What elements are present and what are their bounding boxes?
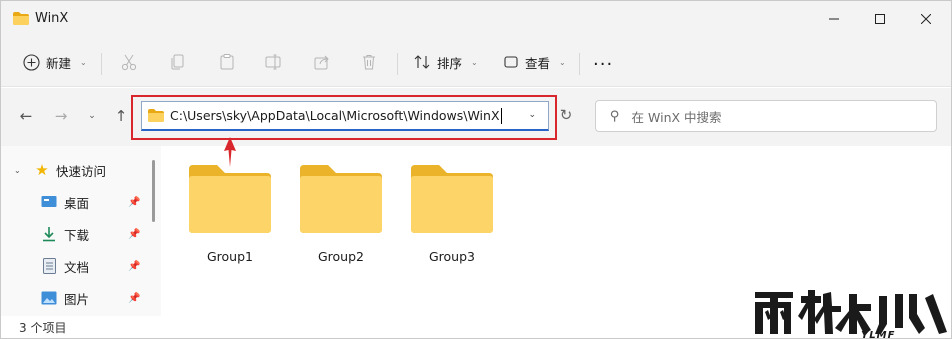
trash-icon <box>363 55 375 70</box>
arrow-right-icon: → <box>54 107 68 125</box>
sidebar-item-downloads[interactable]: 下载 📌 <box>1 219 151 249</box>
svg-text:YLMF: YLMF <box>861 330 895 339</box>
minimize-icon <box>829 18 839 20</box>
sort-button[interactable]: 排序 ⌄ <box>413 49 478 75</box>
recent-locations-button[interactable]: ⌄ <box>82 106 102 126</box>
scrollbar-thumb[interactable] <box>152 160 155 222</box>
folder-name: Group3 <box>428 249 475 264</box>
cut-button[interactable] <box>119 52 139 72</box>
pin-icon: 📌 <box>128 260 141 272</box>
address-row: ← → ⌄ ↑ C:\Users\sky\AppData\Local\Micro… <box>1 88 951 146</box>
annotation-arrow-icon <box>224 137 236 167</box>
new-button[interactable]: 新建 ⌄ <box>23 49 87 75</box>
sidebar-item-quick-access[interactable]: ⌄ ★ 快速访问 <box>1 155 151 185</box>
divider <box>397 53 398 75</box>
up-button[interactable]: ↑ <box>111 106 131 126</box>
arrow-left-icon: ← <box>19 107 33 125</box>
refresh-icon: ↻ <box>559 106 573 124</box>
chevron-down-icon: ⌄ <box>88 111 96 121</box>
window-title: WinX <box>35 11 69 26</box>
arrow-up-icon: ↑ <box>114 107 128 125</box>
sidebar-item-label: 图片 <box>64 291 90 307</box>
chevron-down-icon: ⌄ <box>471 57 478 67</box>
search-icon: ⚲ <box>610 108 620 124</box>
view-button[interactable]: 查看 ⌄ <box>503 49 566 75</box>
share-button[interactable] <box>312 52 332 72</box>
folder-name: Group1 <box>206 249 253 264</box>
rename-button[interactable] <box>263 52 283 72</box>
share-icon <box>314 55 329 70</box>
sidebar-item-label: 快速访问 <box>56 163 107 179</box>
sidebar-item-label: 文档 <box>64 259 90 275</box>
desktop-icon <box>41 194 57 210</box>
folder-item[interactable]: Group1 <box>185 163 275 264</box>
divider <box>101 53 102 75</box>
pin-icon: 📌 <box>128 228 141 240</box>
sidebar-item-label: 桌面 <box>64 195 90 211</box>
scissors-icon <box>121 54 137 71</box>
close-icon <box>921 14 931 24</box>
download-icon <box>41 226 57 242</box>
command-bar: 新建 ⌄ 排序 ⌄ 查看 ⌄ ··· <box>1 37 951 87</box>
folder-item[interactable]: Group2 <box>296 163 386 264</box>
forward-button[interactable]: → <box>51 106 71 126</box>
sort-icon <box>414 55 430 69</box>
item-count: 3 个项目 <box>19 321 67 335</box>
clipboard-icon <box>220 54 234 70</box>
chevron-down-icon: ⌄ <box>80 57 87 67</box>
folder-icon <box>411 165 493 233</box>
sidebar-item-documents[interactable]: 文档 📌 <box>1 251 151 281</box>
navigation-scrollbar[interactable] <box>151 146 157 316</box>
search-input[interactable]: ⚲ 在 WinX 中搜索 <box>595 100 937 132</box>
star-icon: ★ <box>35 161 49 179</box>
copy-button[interactable] <box>168 52 188 72</box>
pin-icon: 📌 <box>128 196 141 208</box>
chevron-down-icon[interactable]: ⌄ <box>14 166 21 175</box>
paste-button[interactable] <box>217 52 237 72</box>
minimize-button[interactable] <box>811 1 857 37</box>
copy-icon <box>171 54 184 70</box>
back-button[interactable]: ← <box>16 106 36 126</box>
document-icon <box>41 258 57 274</box>
search-placeholder: 在 WinX 中搜索 <box>631 109 722 125</box>
folder-name: Group2 <box>317 249 364 264</box>
view-label: 查看 <box>525 55 551 71</box>
chevron-down-icon: ⌄ <box>559 57 566 67</box>
annotation-highlight-box <box>131 95 557 140</box>
plus-circle-icon <box>23 53 40 71</box>
title-bar: WinX <box>1 1 951 37</box>
view-icon <box>504 56 518 68</box>
file-explorer-window: WinX 新建 ⌄ 排序 ⌄ 查看 ⌄ ··· ← → ⌄ ↑ C:\Users… <box>0 0 952 339</box>
divider <box>579 53 580 75</box>
new-label: 新建 <box>46 55 72 71</box>
picture-icon <box>41 290 57 306</box>
folder-icon <box>300 165 382 233</box>
sidebar-item-label: 下载 <box>64 227 90 243</box>
pin-icon: 📌 <box>128 292 141 304</box>
delete-button[interactable] <box>359 52 379 72</box>
watermark-logo: YLMF <box>755 290 947 339</box>
sort-label: 排序 <box>437 55 463 71</box>
maximize-button[interactable] <box>857 1 903 37</box>
sidebar-item-pictures[interactable]: 图片 📌 <box>1 283 151 313</box>
folder-icon <box>13 12 29 25</box>
sidebar-item-desktop[interactable]: 桌面 📌 <box>1 187 151 217</box>
rename-icon <box>265 54 281 70</box>
more-options-button[interactable]: ··· <box>593 51 613 77</box>
navigation-pane: ⌄ ★ 快速访问 桌面 📌 下载 📌 文档 📌 图片 📌 <box>1 146 161 316</box>
close-button[interactable] <box>903 1 949 37</box>
folder-icon <box>189 165 271 233</box>
refresh-button[interactable]: ↻ <box>557 106 575 124</box>
folder-item[interactable]: Group3 <box>407 163 497 264</box>
maximize-icon <box>875 14 885 24</box>
